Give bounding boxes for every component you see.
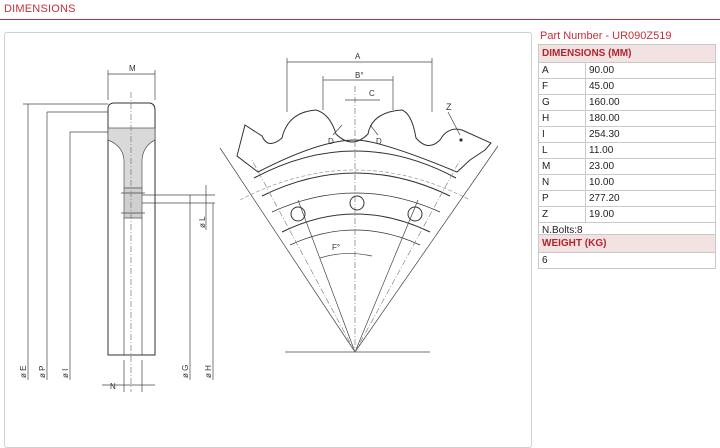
dim-key: P [538,190,586,207]
dim-value: 45.00 [585,78,716,95]
dim-key: A [538,62,586,79]
dim-key: G [538,94,586,111]
dim-label-B: B° [355,71,364,80]
dim-label-C: C [369,89,375,98]
dim-label-M: M [129,64,136,73]
table-row: 6 [538,252,716,269]
dim-label-H: ø H [204,365,213,378]
dim-value: 90.00 [585,62,716,79]
dim-key: M [538,158,586,175]
table-row: F 45.00 [538,78,716,95]
side-section-view [23,70,215,392]
dim-key: H [538,110,586,127]
dim-label-L: ø L [198,216,207,228]
dim-label-A: A [355,52,361,61]
dim-key: N [538,174,586,191]
dim-label-I: ø I [61,369,70,378]
weight-value: 6 [538,252,716,269]
dim-value: 277.20 [585,190,716,207]
dim-key: I [538,126,586,143]
dimensions-table: DIMENSIONS (MM) A 90.00 F 45.00 G 160.00 H1… [538,44,716,239]
dim-label-Z: Z [446,102,452,112]
table-row: G 160.00 [538,94,716,111]
table-row: M 23.00 [538,158,716,175]
dim-label-F: F° [332,243,340,252]
dim-value: 10.00 [585,174,716,191]
dim-label-D-left: D [328,137,334,146]
dim-value: 180.00 [585,110,716,127]
table-row: A 90.00 [538,62,716,79]
dim-value: 19.00 [585,206,716,223]
dim-value: 254.30 [585,126,716,143]
weight-heading: WEIGHT (KG) [538,234,716,253]
dim-label-N: N [110,382,116,391]
dim-value: 11.00 [585,142,716,159]
dimensions-heading: DIMENSIONS (MM) [538,44,716,63]
dim-value: 160.00 [585,94,716,111]
dim-key: F [538,78,586,95]
sprocket-front-view [219,58,499,353]
part-number: Part Number - UR090Z519 [540,30,672,42]
dim-key: L [538,142,586,159]
dim-label-G: ø G [181,365,190,378]
dim-label-E: ø E [19,366,28,378]
weight-table: WEIGHT (KG) 6 [538,234,716,269]
table-row: H 180.00 [538,110,716,127]
table-row: P 277.20 [538,190,716,207]
dim-key: Z [538,206,586,223]
table-row: I 254.30 [538,126,716,143]
table-row: L 11.00 [538,142,716,159]
dim-value: 23.00 [585,158,716,175]
table-row: N 10.00 [538,174,716,191]
dim-label-D-right: D [376,137,382,146]
table-row: Z 19.00 [538,206,716,223]
dim-label-P: ø P [38,366,47,378]
